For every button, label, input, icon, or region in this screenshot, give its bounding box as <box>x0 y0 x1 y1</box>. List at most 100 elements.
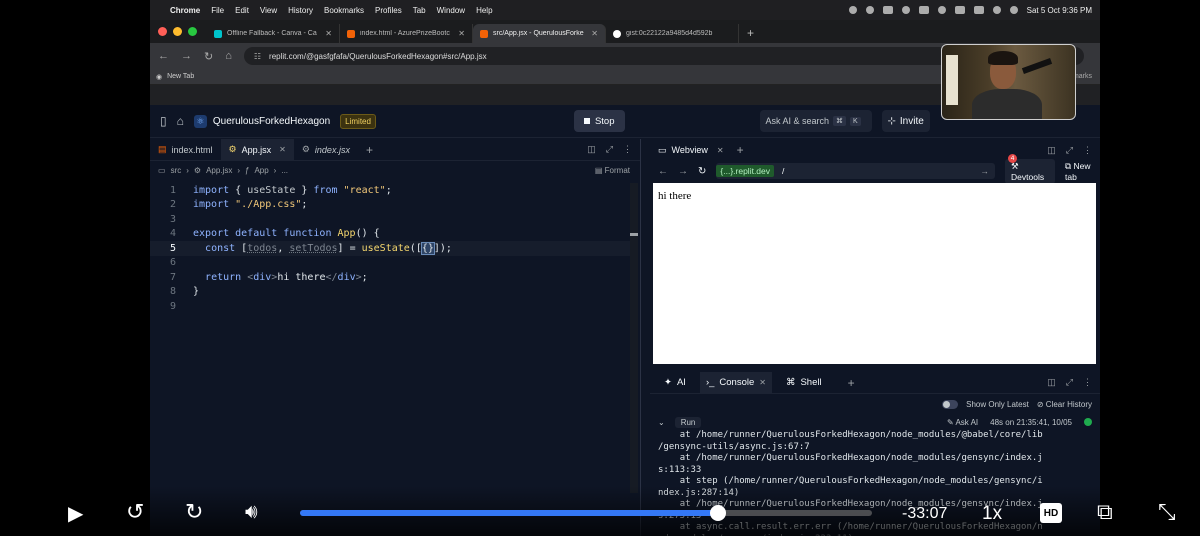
close-tab-icon[interactable]: ✕ <box>759 378 766 387</box>
back-icon[interactable]: ← <box>158 50 169 62</box>
menu-history[interactable]: History <box>288 6 313 15</box>
webview-tab-label[interactable]: Webview <box>672 145 708 155</box>
close-tab-icon[interactable]: ✕ <box>591 29 598 38</box>
tab-app-jsx[interactable]: ⚙ App.jsx ✕ <box>220 138 294 161</box>
split-pane-icon[interactable]: ◫ <box>1047 145 1056 156</box>
stop-button[interactable]: Stop <box>573 110 625 132</box>
code-area[interactable]: 1 import { useState } from "react"; 2 impo… <box>150 183 630 314</box>
status-icon[interactable] <box>901 6 910 14</box>
close-tab-icon[interactable]: ✕ <box>458 29 465 38</box>
menu-help[interactable]: Help <box>476 6 492 15</box>
new-pane-tab-button[interactable]: + <box>737 143 744 157</box>
zoom-window-button[interactable] <box>188 27 197 36</box>
menu-window[interactable]: Window <box>437 6 465 15</box>
format-button[interactable]: ▤ Format <box>595 166 630 175</box>
breadcrumb-more[interactable]: ... <box>281 166 288 175</box>
browser-tab-gist[interactable]: gist:0c22122a9485d4d592b <box>606 24 739 43</box>
quality-button[interactable]: HD <box>1040 503 1062 523</box>
open-new-tab-button[interactable]: ⧉ New tab <box>1065 161 1100 182</box>
clock[interactable]: Sat 5 Oct 9:36 PM <box>1027 6 1092 15</box>
menu-file[interactable]: File <box>211 6 224 15</box>
search-icon[interactable] <box>1009 6 1018 14</box>
go-arrow-icon[interactable]: → <box>981 166 990 176</box>
tab-shell[interactable]: ⌘ Shell <box>780 372 828 394</box>
home-icon[interactable]: ⌂ <box>177 114 184 128</box>
devtools-button[interactable]: ⚒ Devtools 4 <box>1005 153 1056 184</box>
wifi-icon[interactable] <box>992 6 1001 14</box>
playback-speed-button[interactable]: 1x <box>982 503 1002 525</box>
more-options-icon[interactable]: ⋮ <box>1083 145 1092 156</box>
new-editor-tab-button[interactable]: + <box>358 143 381 157</box>
chevron-down-icon[interactable]: ⌄ <box>658 418 665 427</box>
breadcrumb-folder[interactable]: src <box>171 166 182 175</box>
rewind-icon[interactable]: ↺ <box>126 501 144 523</box>
fullscreen-icon[interactable]: ⤡ <box>1158 501 1176 523</box>
status-icon[interactable] <box>848 6 857 14</box>
new-tab-button[interactable]: + <box>739 26 762 43</box>
menu-tab[interactable]: Tab <box>413 6 426 15</box>
menu-view[interactable]: View <box>260 6 277 15</box>
menu-edit[interactable]: Edit <box>235 6 249 15</box>
reload-icon[interactable]: ↻ <box>204 50 213 63</box>
picture-in-picture-icon[interactable]: ⧉ <box>1097 501 1113 523</box>
breadcrumb-symbol[interactable]: App <box>254 166 268 175</box>
play-icon[interactable]: ▶ <box>68 504 83 524</box>
tab-console[interactable]: ›_ Console ✕ <box>699 371 772 394</box>
tab-index-html[interactable]: ▤ index.html <box>150 139 221 161</box>
sidebar-toggle-icon[interactable]: ▯ <box>160 114 167 128</box>
breadcrumb-file[interactable]: App.jsx <box>206 166 232 175</box>
webview-page[interactable]: hi there <box>653 183 1096 364</box>
ask-ai-button[interactable]: ✎ Ask AI <box>947 418 978 427</box>
split-pane-icon[interactable]: ◫ <box>587 144 596 155</box>
fast-forward-icon[interactable]: ↻ <box>185 501 203 523</box>
reload-icon[interactable]: ↻ <box>698 166 706 177</box>
video-progress-fill <box>300 510 718 516</box>
maximize-icon[interactable]: ⤢ <box>606 144 613 155</box>
more-options-icon[interactable]: ⋮ <box>623 144 632 155</box>
close-tab-icon[interactable]: ✕ <box>717 146 724 155</box>
close-tab-icon[interactable]: ✕ <box>325 29 332 38</box>
more-options-icon[interactable]: ⋮ <box>1083 377 1092 388</box>
canva-favicon-icon <box>214 29 222 38</box>
forward-icon[interactable]: → <box>181 50 192 62</box>
battery-icon[interactable] <box>973 6 984 14</box>
webview-url-bar[interactable]: {...}.replit.dev / → <box>716 163 996 179</box>
maximize-icon[interactable]: ⤢ <box>1066 145 1073 156</box>
back-icon[interactable]: ← <box>658 166 668 177</box>
menu-profiles[interactable]: Profiles <box>375 6 402 15</box>
menu-app-name[interactable]: Chrome <box>170 6 200 15</box>
volume-icon[interactable]: 🔊︎ <box>245 502 258 522</box>
browser-tab-azure[interactable]: index.html - AzurePrizeBootc ✕ <box>340 24 473 43</box>
webview-domain[interactable]: {...}.replit.dev <box>716 165 775 177</box>
show-only-latest-toggle[interactable] <box>942 399 959 409</box>
status-icon[interactable] <box>954 6 965 14</box>
split-pane-icon[interactable]: ◫ <box>1047 377 1056 388</box>
repl-name[interactable]: QuerulousForkedHexagon <box>213 116 330 127</box>
bookmark-new-tab[interactable]: New Tab <box>167 73 194 80</box>
status-icon[interactable] <box>937 6 946 14</box>
menu-bookmarks[interactable]: Bookmarks <box>324 6 364 15</box>
site-info-icon[interactable]: ☷ <box>254 52 261 61</box>
new-console-tab-button[interactable]: + <box>848 376 855 390</box>
status-icon[interactable] <box>882 6 893 14</box>
webview-path[interactable]: / <box>782 166 784 176</box>
invite-button[interactable]: ⊹ Invite <box>881 110 930 132</box>
status-icon[interactable] <box>865 6 874 14</box>
tab-index-jsx[interactable]: ⚙ index.jsx <box>294 139 358 161</box>
video-progress-bar[interactable] <box>300 505 872 521</box>
video-scrubber-handle[interactable] <box>709 505 726 521</box>
minimize-window-button[interactable] <box>173 27 182 36</box>
browser-tab-app-jsx[interactable]: src/App.jsx - QuerulousForke ✕ <box>473 24 606 43</box>
editor-scrollbar[interactable] <box>630 183 638 493</box>
clear-history-button[interactable]: ⊘ Clear History <box>1037 400 1092 409</box>
limited-badge[interactable]: Limited <box>340 113 376 129</box>
close-window-button[interactable] <box>158 27 167 36</box>
home-icon[interactable]: ⌂ <box>225 50 232 62</box>
status-icon[interactable] <box>918 6 929 14</box>
close-tab-icon[interactable]: ✕ <box>279 145 286 154</box>
maximize-icon[interactable]: ⤢ <box>1066 377 1073 388</box>
tab-ai[interactable]: ✦ AI <box>658 372 692 394</box>
browser-tab-canva[interactable]: Offline Fallback - Canva - Ca ✕ <box>207 24 340 43</box>
forward-icon[interactable]: → <box>678 166 688 177</box>
ask-ai-search-button[interactable]: Ask AI & search ⌘ K <box>759 110 872 132</box>
